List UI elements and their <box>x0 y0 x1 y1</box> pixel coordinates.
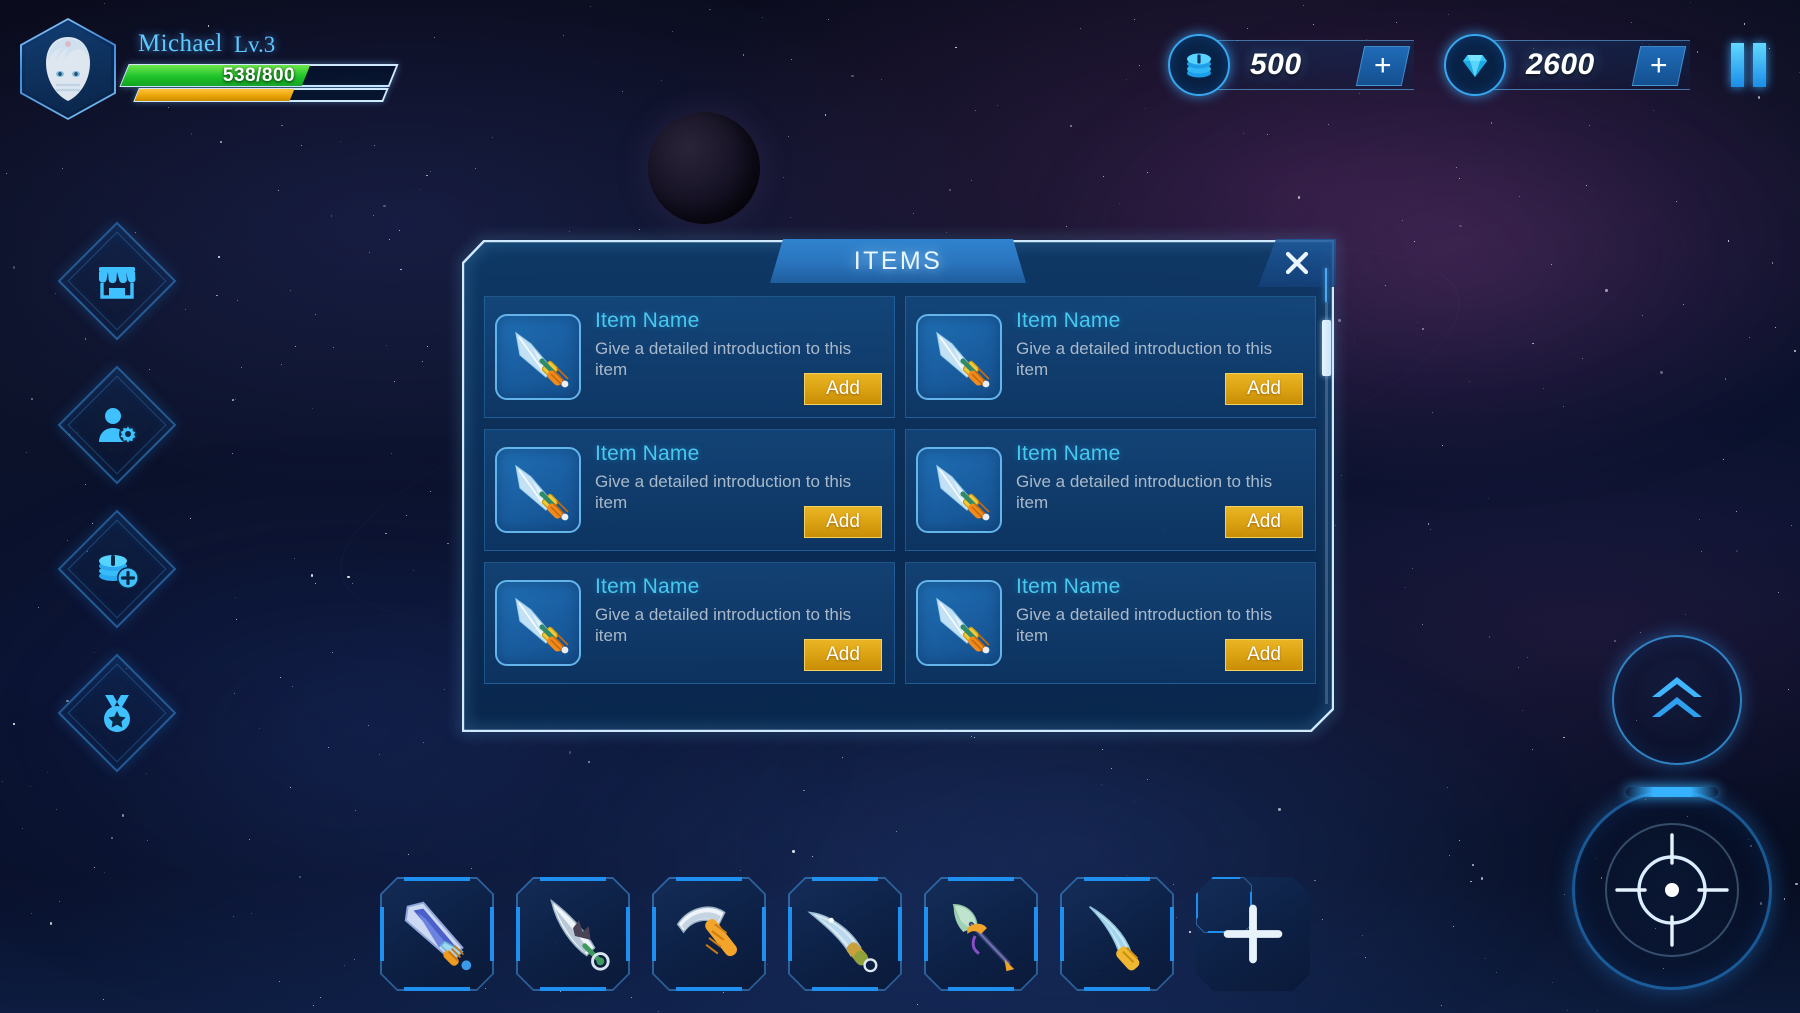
add-coins-label: + <box>1374 49 1392 82</box>
items-dialog: ITEMS Item Name Give a detailed introduc… <box>462 239 1336 732</box>
item-info: Item Name Give a detailed introduction t… <box>1016 440 1305 540</box>
crosshair-target-icon <box>1605 823 1739 957</box>
item-name: Item Name <box>1016 442 1121 465</box>
item-info: Item Name Give a detailed introduction t… <box>595 573 884 673</box>
pause-button[interactable] <box>1724 42 1772 88</box>
dagger-icon <box>936 597 990 654</box>
item-card[interactable]: Item Name Give a detailed introduction t… <box>905 562 1316 684</box>
item-thumbnail <box>495 580 581 666</box>
ice-crescent-sabre-icon <box>1074 891 1160 977</box>
add-gems-label: + <box>1650 49 1668 82</box>
weapon-slot[interactable] <box>788 877 902 991</box>
add-coins-button[interactable]: + <box>1355 46 1411 86</box>
close-x-icon <box>1285 251 1309 275</box>
item-thumbnail <box>916 447 1002 533</box>
jagged-silver-blade-icon <box>530 891 616 977</box>
player-info-panel: Michael Lv.3 538/800 <box>14 14 414 120</box>
white-curved-scimitar-icon <box>802 891 888 977</box>
dagger-icon <box>936 464 990 521</box>
weapon-slot[interactable] <box>1060 877 1174 991</box>
health-bar: 538/800 <box>119 64 399 87</box>
player-level: Lv.3 <box>234 32 276 57</box>
item-card[interactable]: Item Name Give a detailed introduction t… <box>484 562 895 684</box>
avatar[interactable] <box>22 20 114 118</box>
add-gems-button[interactable]: + <box>1631 46 1687 86</box>
item-name: Item Name <box>1016 309 1121 332</box>
item-name: Item Name <box>595 442 700 465</box>
plus-add-icon <box>1210 891 1296 977</box>
weapon-slot[interactable] <box>652 877 766 991</box>
experience-bar-fill <box>134 89 295 101</box>
weapon-slot[interactable] <box>380 877 494 991</box>
diamond-gem-icon <box>1444 34 1506 96</box>
weapon-slot[interactable] <box>516 877 630 991</box>
green-leaf-spear-icon <box>938 891 1024 977</box>
item-card[interactable]: Item Name Give a detailed introduction t… <box>905 429 1316 551</box>
add-item-button[interactable]: Add <box>1225 506 1303 538</box>
add-item-button[interactable]: Add <box>804 506 882 538</box>
scrollbar-highlight <box>1325 268 1327 302</box>
coin-stack-icon <box>1168 34 1230 96</box>
blue-crystal-greatsword-icon <box>394 891 480 977</box>
page-title: ITEMS <box>853 246 943 275</box>
currency-gems: 2600 + <box>1444 34 1690 96</box>
pause-icon <box>1730 43 1744 87</box>
dagger-icon <box>515 597 569 654</box>
dagger-icon <box>936 331 990 388</box>
items-scroll-area[interactable]: Item Name Give a detailed introduction t… <box>484 296 1316 710</box>
left-sidebar <box>57 221 178 798</box>
item-card[interactable]: Item Name Give a detailed introduction t… <box>484 296 895 418</box>
sidebar-item-achievements[interactable] <box>57 653 177 773</box>
boost-button[interactable] <box>1612 635 1742 765</box>
game-screen: Michael Lv.3 538/800 500 + 2600 + ITEMS … <box>0 0 1800 1013</box>
item-card[interactable]: Item Name Give a detailed introduction t… <box>484 429 895 551</box>
shop-store-icon <box>99 267 136 299</box>
orange-handle-axe-icon <box>666 891 752 977</box>
item-info: Item Name Give a detailed introduction t… <box>595 307 884 407</box>
pause-icon-bar2 <box>1752 43 1766 87</box>
item-card[interactable]: Item Name Give a detailed introduction t… <box>905 296 1316 418</box>
double-chevron-up-icon <box>1652 677 1702 717</box>
planet-sphere <box>648 112 760 224</box>
items-grid: Item Name Give a detailed introduction t… <box>484 296 1316 684</box>
item-thumbnail <box>495 447 581 533</box>
coins-plus-icon <box>99 555 139 589</box>
sidebar-item-buy-currency[interactable] <box>57 509 177 629</box>
currency-coins: 500 + <box>1168 34 1414 96</box>
item-thumbnail <box>916 580 1002 666</box>
sidebar-item-profile[interactable] <box>57 365 177 485</box>
item-name: Item Name <box>1016 575 1121 598</box>
health-bar-label: 538/800 <box>222 64 296 86</box>
weapon-slot[interactable] <box>1196 877 1310 991</box>
experience-bar <box>133 88 389 102</box>
add-item-button[interactable]: Add <box>804 639 882 671</box>
item-thumbnail <box>495 314 581 400</box>
scrollbar-thumb[interactable] <box>1322 320 1331 376</box>
medal-star-icon <box>104 695 130 732</box>
dialog-title-banner: ITEMS <box>770 239 1026 283</box>
currency-coins-value: 500 <box>1250 48 1302 81</box>
add-item-button[interactable]: Add <box>804 373 882 405</box>
player-name: Michael <box>138 30 223 57</box>
item-name: Item Name <box>595 309 700 332</box>
joystick-control[interactable] <box>1572 787 1772 990</box>
dagger-icon <box>515 464 569 521</box>
item-name: Item Name <box>595 575 700 598</box>
scrollbar-track[interactable] <box>1322 302 1331 704</box>
avatar-portrait-icon <box>46 37 90 101</box>
add-item-button[interactable]: Add <box>1225 373 1303 405</box>
add-item-button[interactable]: Add <box>1225 639 1303 671</box>
weapon-bar <box>380 877 1310 991</box>
item-info: Item Name Give a detailed introduction t… <box>1016 307 1305 407</box>
dagger-icon <box>515 331 569 388</box>
sidebar-item-shop[interactable] <box>57 221 177 341</box>
item-info: Item Name Give a detailed introduction t… <box>1016 573 1305 673</box>
currency-gems-value: 2600 <box>1526 48 1595 81</box>
item-thumbnail <box>916 314 1002 400</box>
weapon-slot[interactable] <box>924 877 1038 991</box>
item-info: Item Name Give a detailed introduction t… <box>595 440 884 540</box>
profile-gear-icon <box>99 408 137 443</box>
